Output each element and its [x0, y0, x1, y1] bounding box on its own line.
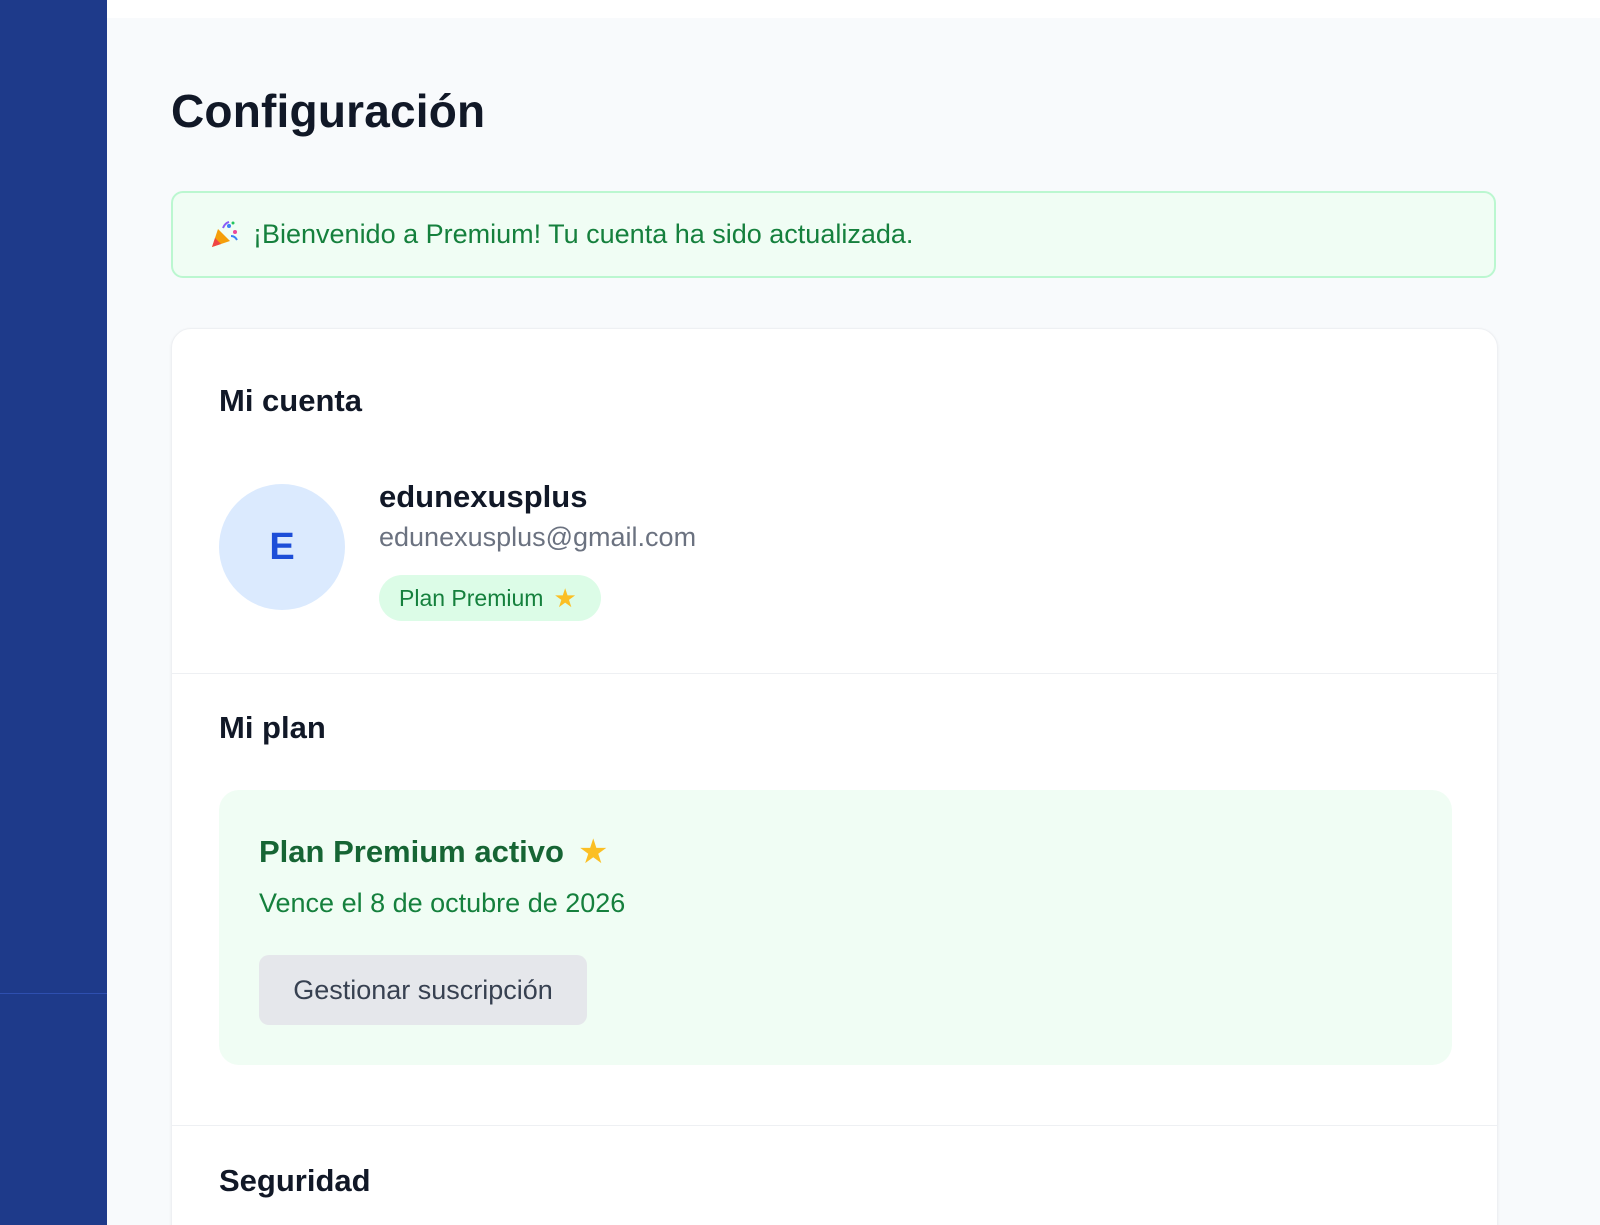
plan-status-box: Plan Premium activo ★ Vence el 8 de octu… [219, 790, 1452, 1065]
alert-message: ¡Bienvenido a Premium! Tu cuenta ha sido… [253, 219, 914, 249]
party-popper-icon [209, 220, 239, 250]
sidebar-divider [0, 993, 107, 994]
plan-badge-label: Plan Premium [399, 584, 544, 611]
plan-status: Plan Premium activo ★ [259, 834, 608, 870]
sidebar [0, 0, 107, 1225]
success-alert: ¡Bienvenido a Premium! Tu cuenta ha sido… [171, 191, 1496, 278]
manage-subscription-button[interactable]: Gestionar suscripción [259, 955, 587, 1025]
settings-card: Mi cuenta E edunexusplus edunexusplus@gm… [171, 328, 1498, 1225]
page-title: Configuración [171, 85, 486, 137]
star-icon: ★ [553, 583, 577, 613]
plan-badge: Plan Premium ★ [379, 575, 601, 621]
section-divider [172, 1125, 1497, 1126]
star-icon: ★ [577, 833, 609, 871]
avatar: E [219, 484, 345, 610]
plan-expiry-date: Vence el 8 de octubre de 2026 [259, 888, 626, 918]
security-section-title: Seguridad [219, 1163, 371, 1198]
main-content: Configuración ¡Bienvenido a Premium! Tu … [107, 18, 1600, 1225]
user-email: edunexusplus@gmail.com [379, 522, 697, 552]
app-window: Configuración ¡Bienvenido a Premium! Tu … [0, 0, 1600, 1225]
section-divider [172, 673, 1497, 674]
account-section-title: Mi cuenta [219, 383, 362, 418]
username: edunexusplus [379, 479, 588, 514]
plan-section-title: Mi plan [219, 710, 326, 745]
top-bar [107, 0, 1600, 18]
plan-status-label: Plan Premium activo [259, 834, 564, 869]
